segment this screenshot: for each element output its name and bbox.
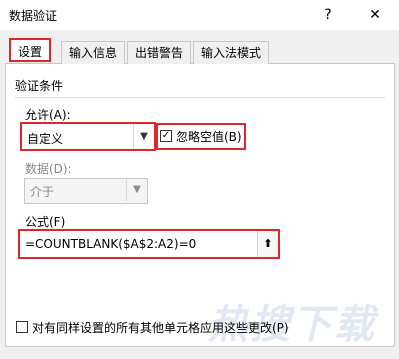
data-select-value: 介于	[30, 185, 55, 199]
tab-error-alert[interactable]: 出错警告	[127, 41, 192, 64]
close-button[interactable]: ✕	[365, 5, 385, 25]
checkmark-icon: ✓	[161, 130, 171, 141]
allow-select-value: 自定义	[27, 132, 64, 146]
formula-label: 公式(F)	[25, 215, 66, 229]
tab-ime-mode[interactable]: 输入法模式	[193, 41, 270, 64]
ignore-blank-checkbox[interactable]: ✓	[160, 130, 172, 142]
help-button[interactable]: ?	[318, 5, 338, 25]
group-divider	[15, 97, 385, 98]
group-title: 验证条件	[15, 79, 64, 93]
tab-settings[interactable]: 设置	[9, 38, 52, 62]
data-label: 数据(D):	[25, 162, 72, 176]
ignore-blank-label: 忽略空值(B)	[176, 130, 242, 144]
collapse-dialog-icon[interactable]: ⬆	[257, 231, 278, 257]
chevron-down-icon[interactable]: ▼	[126, 179, 147, 201]
apply-all-checkbox[interactable]	[16, 321, 28, 333]
data-select[interactable]: 介于 ▼	[24, 178, 148, 204]
dialog-title: 数据验证	[9, 9, 58, 23]
apply-all-label: 对有同样设置的所有其他单元格应用这些更改(P)	[32, 321, 289, 335]
title-bar	[0, 0, 399, 30]
chevron-down-icon[interactable]: ▼	[133, 124, 154, 149]
formula-input[interactable]: =COUNTBLANK($A$2:A2)=0 ⬆	[18, 229, 280, 259]
formula-value: =COUNTBLANK($A$2:A2)=0	[25, 237, 197, 251]
allow-select[interactable]: 自定义 ▼	[20, 122, 156, 151]
allow-label: 允许(A):	[25, 108, 71, 122]
tab-input-message[interactable]: 输入信息	[61, 41, 126, 64]
